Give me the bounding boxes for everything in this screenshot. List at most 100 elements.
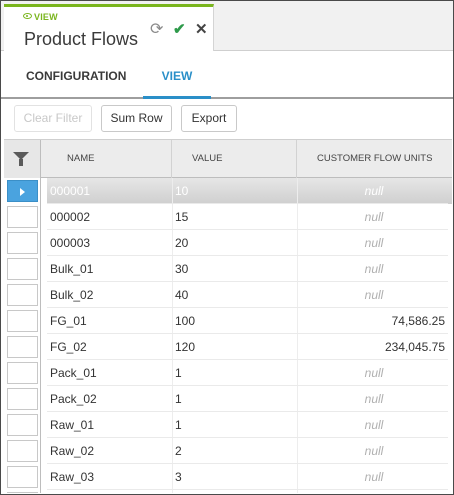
cell-customer-flow-units[interactable]: null [297,230,445,256]
cell-customer-flow-units[interactable]: null [297,256,445,282]
row-selector[interactable] [4,308,41,334]
row-selector-box[interactable] [7,414,38,436]
tab-view[interactable]: VIEW [143,51,211,99]
cell-name[interactable]: Bulk_01 [50,256,172,282]
column-header-value[interactable]: VALUE [172,140,297,178]
column-divider [297,412,298,438]
row-selector[interactable] [4,464,41,490]
cell-value[interactable]: 120 [175,334,297,360]
cell-value[interactable]: 20 [175,230,297,256]
cell-name[interactable]: Raw_01 [50,412,172,438]
row-selector[interactable] [4,334,41,360]
column-divider [172,438,173,464]
sum-row-button[interactable]: Sum Row [101,105,172,132]
cell-name[interactable]: Bulk_02 [50,282,172,308]
table-row[interactable]: Raw_02 2 null [4,438,452,464]
table-row[interactable]: Pack_01 1 null [4,360,452,386]
row-selector-box[interactable] [7,466,38,488]
cell-name[interactable]: 000003 [50,230,172,256]
cell-value[interactable]: 1 [175,386,297,412]
table-row[interactable]: 000001 10 null [4,178,452,204]
row-selector[interactable] [4,282,41,308]
cell-value[interactable]: 100 [175,308,297,334]
cell-name[interactable]: Pack_02 [50,386,172,412]
column-header-name[interactable]: NAME [41,140,172,178]
table-row[interactable]: FG_01 100 74,586.25 [4,308,452,334]
row-selector[interactable] [4,386,41,412]
cell-value[interactable]: 10 [175,178,297,204]
row-selector-box[interactable] [7,258,38,280]
cell-customer-flow-units[interactable]: null [297,282,445,308]
row-selector[interactable] [4,204,41,230]
row-selector-box[interactable] [7,388,38,410]
checkmark-icon[interactable]: ✔ [173,22,186,38]
cell-customer-flow-units[interactable]: null [297,386,445,412]
table-row[interactable]: Bulk_01 30 null [4,256,452,282]
cell-customer-flow-units[interactable]: null [297,360,445,386]
column-divider [297,230,298,256]
row-selector[interactable] [4,490,41,493]
cell-customer-flow-units[interactable]: null [297,438,445,464]
cell-value[interactable]: 15 [175,204,297,230]
row-selector-box[interactable] [7,310,38,332]
table-row[interactable]: Raw_03 3 null [4,464,452,490]
row-selector-box[interactable] [7,440,38,462]
cell-name[interactable]: Raw_03 [50,464,172,490]
cell-value[interactable] [175,490,297,493]
table-row[interactable]: FG_02 120 234,045.75 [4,334,452,360]
column-divider [172,230,173,256]
cell-name[interactable]: FG_02 [50,334,172,360]
data-grid: NAME VALUE CUSTOMER FLOW UNITS 000001 10 n… [4,139,452,493]
cell-customer-flow-units[interactable]: null [297,412,445,438]
column-divider [172,490,173,493]
row-selector-box[interactable] [7,232,38,254]
table-row[interactable]: 000002 15 null [4,204,452,230]
cell-value[interactable]: 3 [175,464,297,490]
cell-value[interactable]: 1 [175,360,297,386]
cell-customer-flow-units[interactable] [297,490,445,493]
row-selector[interactable] [4,230,41,256]
column-divider [172,412,173,438]
close-icon[interactable]: ✕ [195,22,208,38]
cell-customer-flow-units[interactable]: 234,045.75 [297,334,445,360]
cell-name[interactable]: 000002 [50,204,172,230]
row-selector-box[interactable] [7,362,38,384]
cell-customer-flow-units[interactable]: null [297,204,445,230]
row-selector-box[interactable] [7,492,38,493]
current-row-arrow-icon[interactable] [7,180,38,202]
refresh-icon[interactable]: ⟳ [150,22,163,38]
row-selector-box[interactable] [7,336,38,358]
table-row[interactable]: Pack_02 1 null [4,386,452,412]
row-selector-box[interactable] [7,284,38,306]
column-divider [172,334,173,360]
export-button[interactable]: Export [181,105,237,132]
row-selector[interactable] [4,412,41,438]
cell-customer-flow-units[interactable]: 74,586.25 [297,308,445,334]
cell-value[interactable]: 1 [175,412,297,438]
cell-value[interactable]: 2 [175,438,297,464]
row-selector-box[interactable] [7,206,38,228]
row-selector[interactable] [4,178,41,204]
cell-name[interactable]: Raw_02 [50,438,172,464]
cell-name[interactable]: Pack_01 [50,360,172,386]
table-row[interactable] [4,490,452,493]
table-row[interactable]: 000003 20 null [4,230,452,256]
row-selector[interactable] [4,256,41,282]
tab-configuration[interactable]: CONFIGURATION [21,51,131,99]
product-flows-tab[interactable]: VIEW Product Flows ⟳ ✔ ✕ [4,4,214,52]
cell-value[interactable]: 30 [175,256,297,282]
cell-name[interactable]: 000001 [50,178,172,204]
cell-name[interactable] [50,490,172,493]
cell-customer-flow-units[interactable]: null [297,178,445,204]
table-row[interactable]: Bulk_02 40 null [4,282,452,308]
column-header-customer-flow-units[interactable]: CUSTOMER FLOW UNITS [297,140,447,178]
filter-toggle[interactable] [4,140,41,178]
row-selector[interactable] [4,438,41,464]
clear-filter-button[interactable]: Clear Filter [14,105,92,132]
cell-name[interactable]: FG_01 [50,308,172,334]
column-divider [172,178,173,204]
table-row[interactable]: Raw_01 1 null [4,412,452,438]
row-selector[interactable] [4,360,41,386]
cell-value[interactable]: 40 [175,282,297,308]
cell-customer-flow-units[interactable]: null [297,464,445,490]
